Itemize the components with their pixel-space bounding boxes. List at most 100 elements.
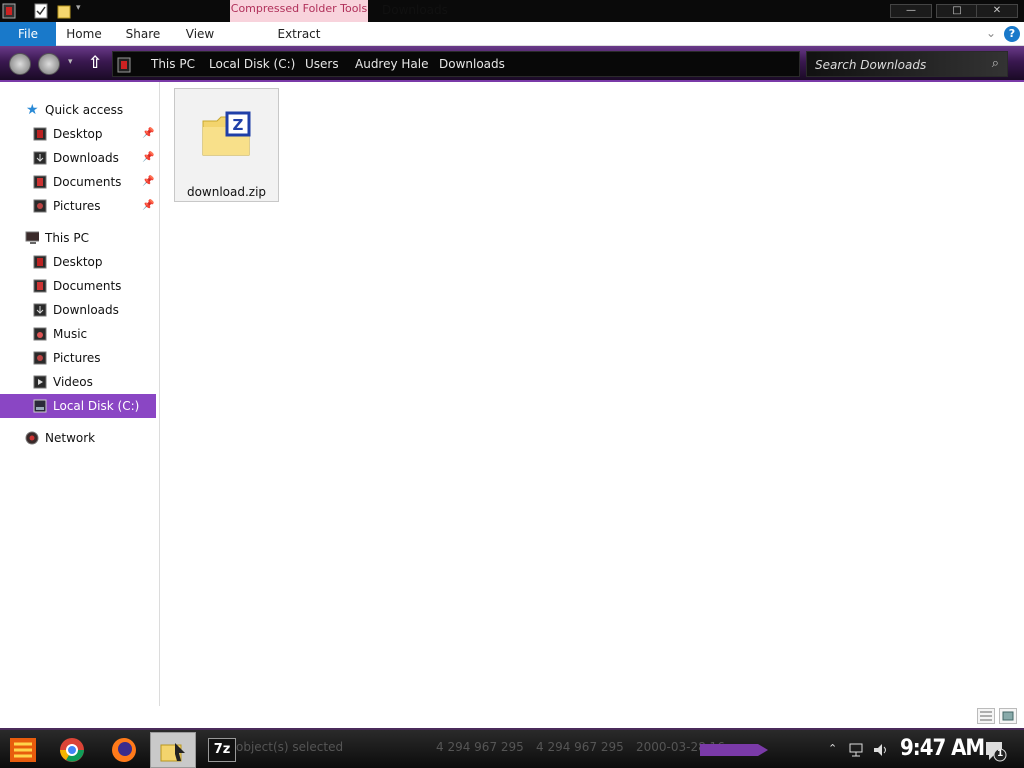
close-button[interactable]: ✕ <box>976 4 1018 18</box>
sidebar-item-label: Pictures <box>53 199 101 213</box>
show-hidden-icons-chevron-icon[interactable]: ⌃ <box>828 742 837 755</box>
status-strip: object(s) selected 4 294 967 295 4 294 9… <box>236 740 766 760</box>
music-icon <box>33 327 47 341</box>
properties-icon[interactable] <box>34 3 48 19</box>
star-icon: ★ <box>26 102 39 118</box>
desktop-icon <box>33 127 47 141</box>
documents-icon <box>33 175 47 189</box>
pin-icon[interactable]: 📌 <box>142 122 154 146</box>
file-explorer-icon <box>160 743 185 762</box>
tab-view[interactable]: View <box>178 22 222 46</box>
tab-share[interactable]: Share <box>118 22 168 46</box>
clock[interactable]: 9:47 AM <box>900 736 985 761</box>
sidebar-item-music[interactable]: Music <box>0 322 156 346</box>
sidebar-item-label: Network <box>45 431 96 445</box>
tab-home[interactable]: Home <box>60 22 108 46</box>
action-center-icon[interactable] <box>984 740 1008 762</box>
search-box: ⌕ <box>806 51 1008 77</box>
pin-icon[interactable]: 📌 <box>142 146 154 170</box>
sidebar-item-label: Quick access <box>45 103 124 117</box>
taskbar: 7z object(s) selected 4 294 967 295 4 29… <box>0 728 1024 768</box>
sidebar-item-videos[interactable]: Videos <box>0 370 156 394</box>
pictures-icon <box>33 351 47 365</box>
sidebar-item-label: Music <box>53 327 88 341</box>
volume-icon[interactable] <box>872 742 890 758</box>
address-bar[interactable]: This PC Local Disk (C:) Users Audrey Hal… <box>112 51 800 77</box>
zip-folder-icon: Z <box>202 111 251 156</box>
firefox-icon[interactable] <box>110 736 138 764</box>
title-bar: ▾ Compressed Folder Tools Downloads — □ … <box>0 0 1024 22</box>
sidebar-item-local-disk[interactable]: Local Disk (C:) <box>0 394 156 418</box>
sidebar-item-desktop-quick[interactable]: Desktop 📌 <box>0 122 156 146</box>
tab-file[interactable]: File <box>0 22 56 46</box>
sidebar-item-documents[interactable]: Documents <box>0 274 156 298</box>
maximize-button[interactable]: □ <box>936 4 978 18</box>
file-item[interactable]: Z download.zip <box>174 88 279 202</box>
minimize-button[interactable]: — <box>890 4 932 18</box>
network-status-icon[interactable] <box>848 742 864 758</box>
breadcrumb-downloads[interactable]: Downloads <box>439 57 505 71</box>
sidebar-item-documents-quick[interactable]: Documents 📌 <box>0 170 156 194</box>
desktop-icon <box>33 255 47 269</box>
sidebar-item-pictures[interactable]: Pictures <box>0 346 156 370</box>
up-arrow-icon[interactable]: ⇧ <box>88 53 102 73</box>
sidebar-item-label: Documents <box>53 279 122 293</box>
file-list-pane[interactable]: Z download.zip <box>161 82 1024 724</box>
pictures-icon <box>33 199 47 213</box>
chrome-icon[interactable] <box>58 736 86 764</box>
details-view-icon <box>980 711 992 721</box>
tab-extract[interactable]: Extract <box>230 22 368 46</box>
start-button-icon[interactable] <box>8 736 36 764</box>
customize-quick-access-icon[interactable]: ▾ <box>76 3 81 19</box>
breadcrumb-users[interactable]: Users <box>305 57 339 71</box>
taskbar-accent-arrow <box>700 744 768 756</box>
breadcrumb-audrey-hale[interactable]: Audrey Hale <box>355 57 429 71</box>
navigation-pane: ★ Quick access Desktop 📌 Downloads 📌 Doc… <box>0 82 160 706</box>
search-input[interactable] <box>815 56 975 74</box>
breadcrumb-local-disk[interactable]: Local Disk (C:) <box>209 57 295 71</box>
back-button[interactable] <box>9 53 31 75</box>
sidebar-item-pictures-quick[interactable]: Pictures 📌 <box>0 194 156 218</box>
sidebar-item-label: Desktop <box>53 127 103 141</box>
sidebar-item-label: Desktop <box>53 255 103 269</box>
explorer-app-icon[interactable] <box>2 3 16 19</box>
sidebar-item-label: Videos <box>53 375 93 389</box>
location-icon <box>117 57 131 73</box>
sidebar-item-label: Local Disk (C:) <box>53 399 140 413</box>
notification-count-badge: 1 <box>997 749 1004 759</box>
status-value-2: 4 294 967 295 <box>536 740 624 754</box>
videos-icon <box>33 375 47 389</box>
sidebar-item-desktop[interactable]: Desktop <box>0 250 156 274</box>
file-name: download.zip <box>186 185 267 199</box>
drive-icon <box>33 399 47 413</box>
expand-ribbon-chevron-icon[interactable]: ⌄ <box>986 26 996 40</box>
file-explorer-taskbar-button[interactable] <box>150 732 196 768</box>
forward-button[interactable] <box>38 53 60 75</box>
documents-icon <box>33 279 47 293</box>
sidebar-item-downloads[interactable]: Downloads <box>0 298 156 322</box>
sidebar-item-label: Downloads <box>53 151 119 165</box>
pin-icon[interactable]: 📌 <box>142 194 154 218</box>
new-folder-icon[interactable] <box>57 3 71 19</box>
help-icon[interactable]: ? <box>1004 26 1020 42</box>
sevenzip-taskbar-button[interactable]: 7z <box>208 738 236 762</box>
large-icons-view-icon <box>1002 711 1014 721</box>
sidebar-item-this-pc[interactable]: This PC <box>0 226 156 250</box>
status-selected-text: object(s) selected <box>236 740 344 754</box>
network-icon <box>25 431 39 445</box>
search-icon[interactable]: ⌕ <box>992 56 999 71</box>
navigation-bar: ▾ ⇧ This PC Local Disk (C:) Users Audrey… <box>0 46 1024 82</box>
pin-icon[interactable]: 📌 <box>142 170 154 194</box>
sidebar-item-network[interactable]: Network <box>0 426 156 450</box>
sidebar-item-label: Pictures <box>53 351 101 365</box>
ribbon-tabs: File Home Share View Extract ⌄ ? <box>0 22 1024 46</box>
recent-locations-icon[interactable]: ▾ <box>68 57 73 67</box>
details-view-button[interactable] <box>977 708 995 724</box>
breadcrumb-this-pc[interactable]: This PC <box>151 57 195 71</box>
sidebar-item-quick-access[interactable]: ★ Quick access <box>0 98 156 122</box>
sidebar-item-downloads-quick[interactable]: Downloads 📌 <box>0 146 156 170</box>
large-icons-view-button[interactable] <box>999 708 1017 724</box>
sidebar-item-label: This PC <box>45 231 89 245</box>
status-value-1: 4 294 967 295 <box>436 740 524 754</box>
sidebar-item-label: Documents <box>53 175 122 189</box>
